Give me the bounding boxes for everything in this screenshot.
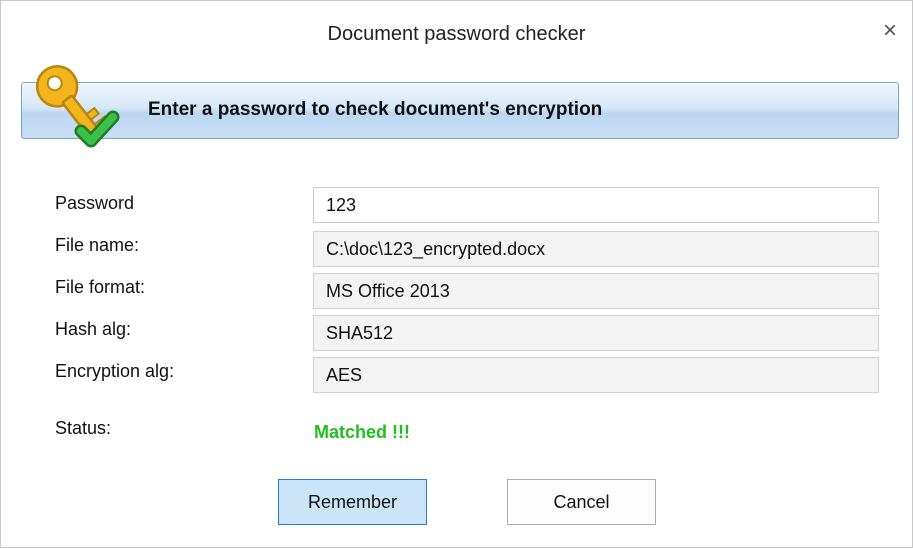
status-value: Matched !!! bbox=[314, 422, 410, 442]
close-icon[interactable]: × bbox=[878, 19, 902, 43]
password-label: Password bbox=[55, 193, 135, 213]
dialog-window: Document password checker × Enter a pass… bbox=[0, 0, 913, 548]
key-check-icon bbox=[35, 65, 120, 148]
file-format-label: File format: bbox=[55, 277, 146, 297]
header-banner: Enter a password to check document's enc… bbox=[21, 82, 899, 139]
cancel-button[interactable]: Cancel bbox=[507, 479, 656, 525]
hash-alg-label: Hash alg: bbox=[55, 319, 132, 339]
file-name-field[interactable]: C:\doc\123_encrypted.docx bbox=[313, 231, 879, 267]
encryption-alg-label: Encryption alg: bbox=[55, 361, 175, 381]
file-name-label: File name: bbox=[55, 235, 140, 255]
remember-button[interactable]: Remember bbox=[278, 479, 427, 525]
status-label: Status: bbox=[55, 418, 112, 438]
title-bar[interactable]: Document password checker × bbox=[1, 1, 912, 69]
file-format-field[interactable]: MS Office 2013 bbox=[313, 273, 879, 309]
encryption-alg-field[interactable]: AES bbox=[313, 357, 879, 393]
password-input[interactable] bbox=[313, 187, 879, 223]
window-title: Document password checker bbox=[327, 23, 586, 45]
hash-alg-field[interactable]: SHA512 bbox=[313, 315, 879, 351]
banner-text: Enter a password to check document's enc… bbox=[148, 99, 603, 120]
